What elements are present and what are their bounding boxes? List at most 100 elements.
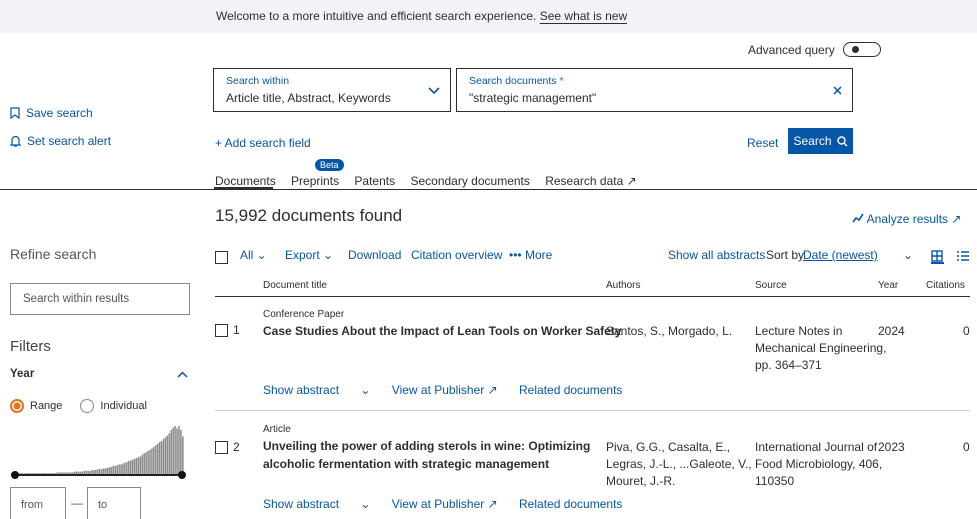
histogram-bar (39, 473, 41, 474)
results-count: 15,992 documents found (215, 206, 403, 225)
histogram-bar (25, 473, 28, 474)
col-source[interactable]: Source (755, 280, 787, 291)
histogram-bar (71, 472, 74, 474)
search-documents-input[interactable]: Search documents * "strategic management… (456, 68, 853, 112)
row-divider (215, 410, 970, 411)
year-to-input[interactable]: to (87, 487, 141, 519)
histogram-bar (50, 473, 53, 474)
histogram-bar (158, 442, 161, 474)
document-title-line-2[interactable]: alcoholic fermentation with strategic ma… (263, 455, 549, 473)
view-selected-indicator (931, 262, 944, 264)
histogram-bar (170, 430, 173, 474)
histogram-bar (19, 473, 22, 474)
tab-patents[interactable]: Patents (354, 174, 395, 188)
col-year[interactable]: Year (878, 280, 898, 291)
tab-documents[interactable]: Documents (215, 174, 276, 188)
histogram-bar (168, 433, 171, 474)
toggle-switch[interactable] (842, 42, 881, 57)
histogram-bar (56, 472, 59, 474)
histogram-bar (29, 473, 31, 474)
histogram-bar (135, 458, 138, 474)
analyze-results-link[interactable]: Analyze results ↗ (852, 212, 961, 226)
search-within-select[interactable]: Search within Article title, Abstract, K… (213, 68, 451, 112)
select-all-checkbox[interactable] (215, 251, 228, 264)
histogram-bar (160, 441, 163, 474)
download-button[interactable]: Download (348, 248, 401, 262)
all-dropdown[interactable]: All ⌄ (240, 248, 267, 262)
row-checkbox[interactable] (215, 441, 228, 454)
col-document-title[interactable]: Document title (263, 280, 327, 291)
sort-chevron-icon[interactable]: ⌄ (903, 248, 913, 262)
col-authors[interactable]: Authors (606, 280, 640, 291)
search-within-label: Search within (226, 75, 290, 87)
view-at-publisher-link[interactable]: View at Publisher ↗ (392, 497, 498, 511)
view-at-publisher-link[interactable]: View at Publisher ↗ (392, 383, 498, 397)
show-abstract-button[interactable]: Show abstract ⌄ (263, 383, 370, 397)
histogram-bar (180, 430, 182, 474)
authors-cell[interactable]: Santos, S., Morgado, L. (606, 323, 732, 340)
search-icon (836, 135, 848, 146)
bell-icon (10, 135, 21, 147)
show-all-abstracts-button[interactable]: Show all abstracts (668, 248, 765, 262)
year-mode-radios: Range Individual (10, 399, 147, 413)
show-abstract-button[interactable]: Show abstract ⌄ (263, 497, 370, 511)
year-from-input[interactable]: from (10, 487, 66, 519)
histogram-bar (31, 473, 33, 474)
histogram-bar (48, 473, 51, 474)
histogram-bar (41, 473, 43, 474)
range-radio[interactable] (10, 399, 24, 413)
histogram-bar (89, 470, 91, 474)
search-within-results-input[interactable]: Search within results (10, 283, 190, 315)
individual-label: Individual (100, 400, 147, 412)
export-dropdown[interactable]: Export ⌄ (285, 248, 333, 262)
add-search-field-link[interactable]: + Add search field (215, 136, 311, 150)
authors-line-3[interactable]: Mouret, J.-R. (606, 473, 675, 490)
histogram-bar (37, 473, 39, 474)
range-slider-end-handle[interactable] (178, 471, 186, 479)
histogram-bar (118, 464, 120, 474)
histogram-bar (110, 466, 113, 474)
histogram-bar (182, 436, 184, 474)
grid-view-icon[interactable] (931, 250, 943, 262)
histogram-bar (66, 472, 68, 474)
tab-preprints[interactable]: Preprints (291, 174, 339, 188)
col-citations[interactable]: Citations (926, 280, 965, 291)
histogram-bar (122, 463, 124, 474)
individual-radio[interactable] (80, 399, 95, 413)
see-whats-new-link[interactable]: See what is new (540, 9, 627, 23)
year-cell: 2024 (878, 324, 905, 338)
reset-button[interactable]: Reset (747, 136, 778, 150)
document-title-link[interactable]: Case Studies About the Impact of Lean To… (263, 322, 622, 340)
banner-message: Welcome to a more intuitive and efficien… (216, 9, 627, 23)
sort-select[interactable]: Date (newest) (803, 248, 878, 262)
range-slider-start-handle[interactable] (11, 471, 19, 479)
histogram-bar (149, 450, 151, 474)
more-menu[interactable]: ••• More (509, 248, 552, 262)
set-search-alert-link[interactable]: Set search alert (10, 134, 111, 148)
banner-text: Welcome to a more intuitive and efficien… (216, 9, 537, 23)
source-line-2: Mechanical Engineering, (755, 341, 887, 355)
search-button[interactable]: Search (788, 128, 853, 154)
tab-secondary-documents[interactable]: Secondary documents (410, 174, 529, 188)
year-histogram[interactable] (10, 420, 188, 482)
chevron-up-icon[interactable] (177, 371, 188, 378)
list-view-icon[interactable] (957, 251, 969, 261)
histogram-bar (126, 462, 128, 474)
related-documents-link[interactable]: Related documents (519, 497, 622, 511)
advanced-query-toggle[interactable]: Advanced query (748, 42, 881, 57)
histogram-bar (91, 470, 93, 474)
histogram-bar (62, 472, 64, 474)
citation-overview-button[interactable]: Citation overview (411, 248, 502, 262)
authors-line-2[interactable]: Legras, J.-L., ...Galeote, V., (606, 456, 752, 473)
save-search-link[interactable]: Save search (10, 106, 93, 120)
row-checkbox[interactable] (215, 324, 228, 337)
histogram-bar (54, 473, 57, 474)
tab-research-data[interactable]: Research data ↗ (545, 174, 636, 188)
clear-icon[interactable] (833, 86, 842, 95)
histogram-bar (116, 465, 118, 474)
header-divider (215, 296, 970, 297)
histogram-bar (104, 468, 107, 474)
related-documents-link[interactable]: Related documents (519, 383, 622, 397)
authors-line-1[interactable]: Piva, G.G., Casalta, E., (606, 439, 730, 456)
document-title-link[interactable]: Unveiling the power of adding sterols in… (263, 437, 590, 455)
